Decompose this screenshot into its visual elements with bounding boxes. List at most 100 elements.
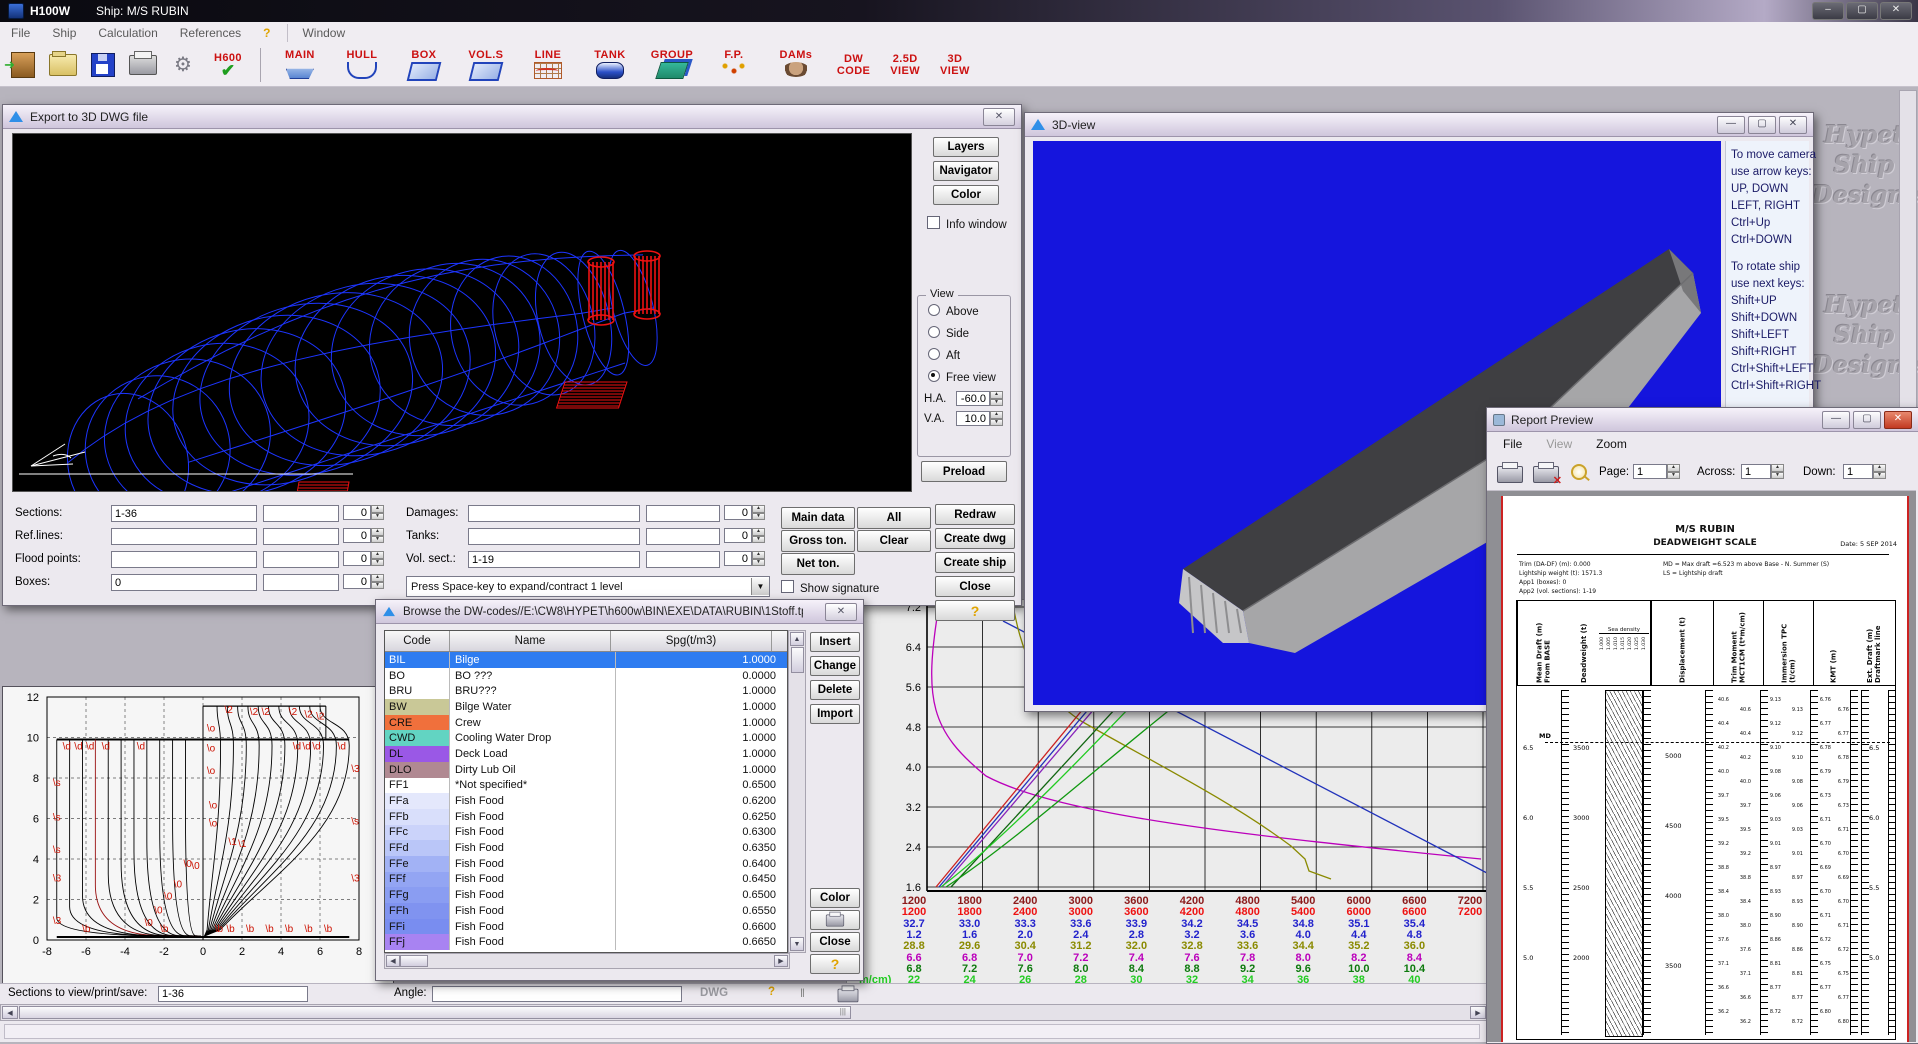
table-row[interactable]: BO BO ??? 0.0000 — [385, 668, 787, 684]
toolbar-module-button[interactable]: HULL — [340, 49, 384, 81]
range-input[interactable] — [468, 551, 640, 568]
table-row[interactable]: CWD Cooling Water Drop 1.0000 — [385, 730, 787, 746]
exit-button[interactable] — [6, 49, 40, 81]
toolbar-module-button[interactable]: BOX — [402, 49, 446, 81]
view-radio-option[interactable]: Aft — [928, 347, 1010, 362]
page-input[interactable] — [1633, 464, 1667, 479]
spin-arrows-icon[interactable]: ▲▼ — [1667, 464, 1680, 479]
toolbar-module-button[interactable]: F.P. — [712, 49, 756, 81]
ha-spinner[interactable]: ▲▼ — [956, 391, 1003, 406]
mdi-vertical-scrollbar[interactable] — [1899, 90, 1917, 410]
maximize-icon[interactable]: ▢ — [1748, 116, 1776, 134]
spin-arrows-icon[interactable]: ▲▼ — [990, 411, 1003, 426]
minimize-button[interactable]: – — [1812, 2, 1844, 20]
toolbar-view-button[interactable]: 2.5D VIEW — [890, 53, 920, 77]
spin-arrows-icon[interactable]: ▲▼ — [1771, 464, 1784, 479]
count-spinner[interactable]: ▲▼ — [343, 574, 384, 589]
maximize-button[interactable]: ▢ — [1846, 2, 1878, 20]
chevron-down-icon[interactable]: ▼ — [751, 578, 769, 595]
browse-titlebar[interactable]: Browse the DW-codes//E:\CW8\HYPET\h600w\… — [376, 600, 863, 624]
secondary-input[interactable] — [646, 528, 720, 545]
print-button[interactable] — [810, 910, 860, 930]
action-button[interactable]: Redraw — [935, 504, 1015, 525]
browse-button[interactable]: Import — [810, 704, 860, 724]
save-button[interactable] — [86, 49, 120, 81]
table-row[interactable]: BIL Bilge 1.0000 — [385, 652, 787, 668]
table-row[interactable]: FFj Fish Food 0.6650 — [385, 934, 787, 950]
spin-arrows-icon[interactable]: ▲▼ — [752, 551, 765, 566]
secondary-input[interactable] — [263, 574, 339, 591]
view3d-titlebar[interactable]: 3D-view — ▢ ✕ — [1025, 113, 1813, 137]
table-vscrollbar[interactable]: ▲ ▼ — [788, 630, 806, 953]
report-menu-item[interactable]: Zoom — [1584, 434, 1639, 454]
col-spg[interactable]: Spg(t/m3) — [611, 631, 772, 651]
show-signature-checkbox[interactable]: Show signature — [781, 579, 879, 595]
action-button[interactable]: ? — [935, 600, 1015, 621]
action-button[interactable]: Close — [935, 576, 1015, 597]
spin-arrows-icon[interactable]: ▲▼ — [1873, 464, 1886, 479]
print-button[interactable] — [1497, 466, 1523, 483]
browse-button[interactable]: Delete — [810, 680, 860, 700]
close-icon[interactable]: ✕ — [983, 108, 1015, 126]
menu-item[interactable]: Window — [287, 24, 356, 42]
count-input[interactable] — [724, 528, 752, 543]
zoom-icon[interactable] — [1571, 464, 1587, 480]
action-button[interactable]: Create dwg — [935, 528, 1015, 549]
gross-ton-button[interactable]: Gross ton. — [781, 530, 855, 552]
view-radio-option[interactable]: Side — [928, 325, 1010, 340]
bodyplan-plot[interactable]: 121086420-8-6-4-202468\d\d\d\d\d\d\d\d\d… — [3, 687, 391, 981]
down-spinner[interactable]: ▲▼ — [1843, 464, 1886, 479]
minimize-icon[interactable]: — — [1822, 411, 1850, 429]
toolbar-module-button[interactable]: LINE — [526, 49, 570, 81]
count-spinner[interactable]: ▲▼ — [724, 551, 765, 566]
col-code[interactable]: Code — [385, 631, 450, 651]
close-icon[interactable]: ✕ — [1884, 411, 1912, 429]
toolbar-module-button[interactable]: TANK — [588, 49, 632, 81]
menu-item[interactable]: File — [0, 24, 41, 42]
table-row[interactable]: DLO Dirty Lub Oil 1.0000 — [385, 762, 787, 778]
browse-button[interactable]: Change — [810, 656, 860, 676]
close-icon[interactable]: ✕ — [825, 603, 857, 621]
wireframe-viewport[interactable] — [12, 133, 912, 492]
info-window-checkbox[interactable]: Info window — [927, 215, 1017, 231]
spin-arrows-icon[interactable]: ▲▼ — [371, 574, 384, 589]
page-spinner[interactable]: ▲▼ — [1633, 464, 1680, 479]
print-button[interactable] — [126, 49, 160, 81]
count-spinner[interactable]: ▲▼ — [724, 505, 765, 520]
spin-arrows-icon[interactable]: ▲▼ — [990, 391, 1003, 406]
report-titlebar[interactable]: Report Preview — ▢ ✕ — [1487, 408, 1918, 432]
table-row[interactable]: BRU BRU??? 1.0000 — [385, 683, 787, 699]
main-data-button[interactable]: Main data — [781, 507, 855, 529]
toolbar-view-button[interactable]: 3D VIEW — [940, 53, 970, 77]
setup-button[interactable]: ⚙ — [166, 49, 200, 81]
secondary-input[interactable] — [646, 551, 720, 568]
table-row[interactable]: BW Bilge Water 1.0000 — [385, 699, 787, 715]
spin-arrows-icon[interactable]: ▲▼ — [752, 528, 765, 543]
down-input[interactable] — [1843, 464, 1873, 479]
close-button[interactable]: ✕ — [1880, 2, 1912, 20]
across-spinner[interactable]: ▲▼ — [1741, 464, 1784, 479]
table-row[interactable]: FFe Fish Food 0.6400 — [385, 856, 787, 872]
help-button[interactable]: ? — [810, 954, 860, 974]
all-button[interactable]: All — [857, 507, 931, 529]
net-ton-button[interactable]: Net ton. — [781, 553, 855, 575]
va-input[interactable] — [956, 411, 990, 426]
count-input[interactable] — [724, 505, 752, 520]
table-row[interactable]: FFf Fish Food 0.6450 — [385, 872, 787, 888]
menu-item[interactable]: ? — [252, 24, 281, 42]
table-row[interactable]: DL Deck Load 1.0000 — [385, 746, 787, 762]
scrollbar-thumb[interactable]: ||| — [19, 1006, 851, 1019]
across-input[interactable] — [1741, 464, 1771, 479]
clear-button[interactable]: Clear — [857, 530, 931, 552]
sections-view-input[interactable] — [158, 986, 308, 1002]
report-menu-item[interactable]: View — [1534, 434, 1584, 454]
secondary-input[interactable] — [646, 505, 720, 522]
toolbar-module-button[interactable]: GROUP — [650, 49, 694, 81]
table-row[interactable]: FFi Fish Food 0.6600 — [385, 919, 787, 935]
table-row[interactable]: FFd Fish Food 0.6350 — [385, 840, 787, 856]
expand-level-dropdown[interactable]: Press Space-key to expand/contract 1 lev… — [406, 576, 770, 597]
horizontal-scrollbar[interactable]: ◀ ▶ ||| — [0, 1004, 1488, 1021]
menu-item[interactable]: Calculation — [87, 24, 168, 42]
table-row[interactable]: FFb Fish Food 0.6250 — [385, 809, 787, 825]
panel-button[interactable]: Navigator — [933, 161, 999, 181]
